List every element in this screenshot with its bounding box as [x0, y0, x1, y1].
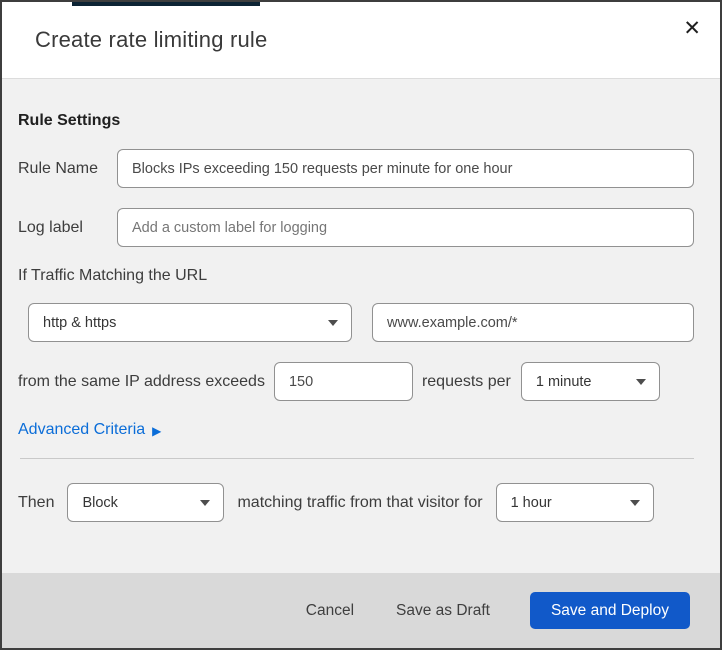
period-select[interactable]: 1 minute	[520, 362, 660, 401]
advanced-criteria-link[interactable]: Advanced Criteria ▶	[18, 421, 161, 439]
duration-select[interactable]: 1 hour	[495, 483, 654, 522]
save-and-deploy-button[interactable]: Save and Deploy	[529, 592, 690, 629]
rule-settings-heading: Rule Settings	[18, 112, 121, 129]
dialog-body: Rule Settings Rule Name Log label If Tra…	[2, 79, 720, 573]
then-label: Then	[18, 493, 55, 511]
dialog-title: Create rate limiting rule	[35, 27, 268, 52]
rule-name-input[interactable]	[117, 149, 694, 188]
threshold-row: from the same IP address exceeds request…	[18, 362, 694, 401]
traffic-match-row: http & https	[28, 303, 694, 342]
chevron-down-icon	[200, 499, 211, 506]
action-middle-label: matching traffic from that visitor for	[237, 493, 483, 511]
action-select-value: Block	[82, 494, 118, 511]
expand-right-arrow-icon: ▶	[152, 424, 162, 438]
rule-name-row: Rule Name	[18, 149, 694, 188]
advanced-criteria-label: Advanced Criteria	[18, 421, 146, 438]
chevron-down-icon	[635, 378, 646, 385]
action-select[interactable]: Block	[67, 483, 225, 522]
threshold-prefix-label: from the same IP address exceeds	[18, 372, 265, 390]
url-pattern-input[interactable]	[372, 303, 694, 342]
section-divider	[20, 458, 694, 459]
rule-name-label: Rule Name	[18, 159, 99, 177]
duration-select-value: 1 hour	[510, 494, 552, 511]
log-label-input[interactable]	[117, 208, 694, 247]
cancel-button[interactable]: Cancel	[304, 596, 356, 626]
save-as-draft-button[interactable]: Save as Draft	[394, 596, 492, 626]
close-icon[interactable]: ✕	[677, 14, 707, 43]
log-label-row: Log label	[18, 208, 694, 247]
scheme-select-value: http & https	[43, 314, 117, 331]
requests-count-input[interactable]	[273, 362, 413, 401]
log-label-label: Log label	[18, 218, 83, 236]
period-select-value: 1 minute	[535, 373, 592, 390]
dialog-header: Create rate limiting rule ✕	[2, 2, 720, 79]
chevron-down-icon	[629, 499, 640, 506]
action-row: Then Block matching traffic from that vi…	[18, 483, 694, 522]
chevron-down-icon	[328, 319, 338, 326]
scheme-select[interactable]: http & https	[28, 303, 352, 342]
create-rate-limiting-rule-dialog: Create rate limiting rule ✕ Rule Setting…	[0, 0, 722, 650]
page-behind-strip	[72, 2, 260, 6]
dialog-footer: Cancel Save as Draft Save and Deploy	[2, 573, 720, 648]
traffic-match-intro: If Traffic Matching the URL	[18, 267, 208, 284]
requests-per-label: requests per	[421, 372, 511, 390]
